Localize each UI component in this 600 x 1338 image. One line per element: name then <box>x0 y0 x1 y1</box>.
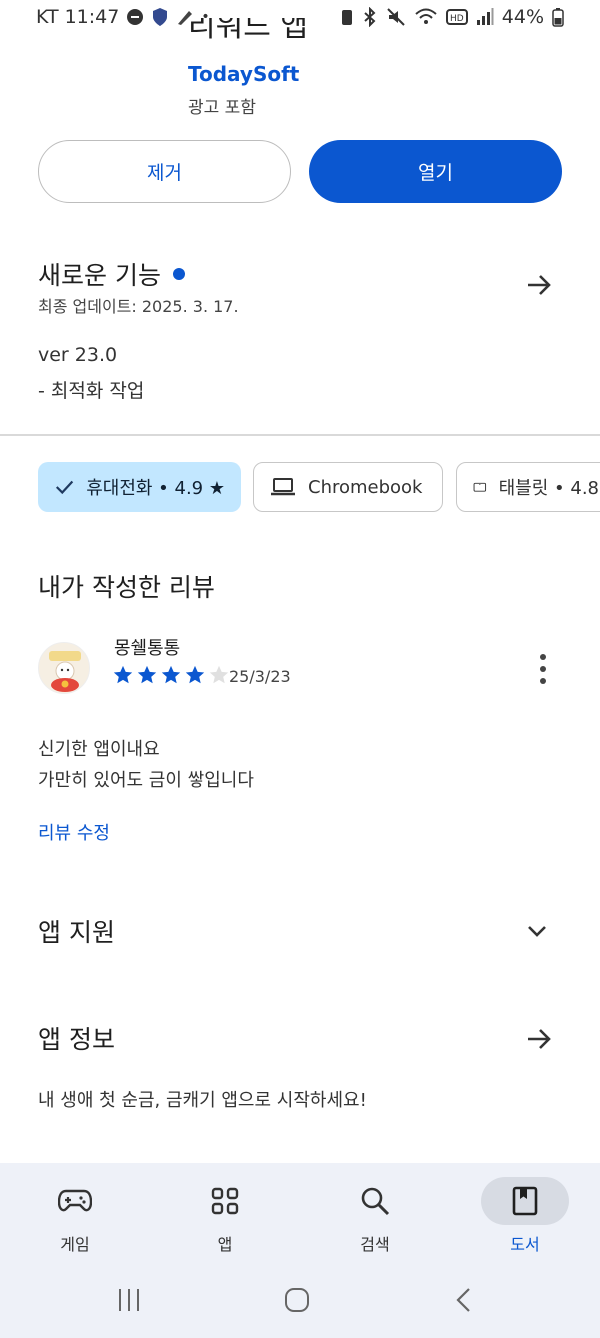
system-navigation-bar <box>0 1281 600 1321</box>
shield-icon <box>153 8 168 26</box>
avatar-image <box>39 643 89 693</box>
version-text: ver 23.0 <box>38 344 118 366</box>
review-text-line1: 신기한 앱이내요 <box>38 739 160 760</box>
clock: 11:47 <box>64 6 120 28</box>
nav-games[interactable]: 게임 <box>30 1177 120 1255</box>
star-filled-icon <box>137 665 157 684</box>
star-filled-icon <box>161 665 181 684</box>
arrow-right-icon[interactable] <box>524 270 554 300</box>
arrow-right-icon[interactable] <box>524 1024 554 1054</box>
chip-label: 휴대전화 • 4.9 ★ <box>86 478 225 499</box>
about-app-title[interactable]: 앱 정보 <box>38 1020 115 1056</box>
gamepad-icon <box>58 1189 92 1212</box>
more-options-icon[interactable] <box>536 654 550 684</box>
review-date: 25/3/23 <box>229 667 291 686</box>
review-text-line2: 가만히 있어도 금이 쌓입니다 <box>38 770 254 791</box>
apps-grid-icon <box>211 1187 239 1215</box>
changelog-text: - 최적화 작업 <box>38 380 145 402</box>
nav-books[interactable]: 도서 <box>480 1177 570 1255</box>
signal-icon <box>476 8 494 25</box>
nav-label: 도서 <box>510 1235 540 1254</box>
chat-bubble-icon <box>127 9 144 25</box>
ads-notice: 광고 포함 <box>188 98 256 118</box>
developer-link[interactable]: TodaySoft <box>188 62 299 86</box>
battery-percent: 44% <box>501 6 544 28</box>
nav-label: 앱 <box>217 1235 233 1254</box>
whats-new-header[interactable]: 새로운 기능 <box>38 256 185 292</box>
nav-apps[interactable]: 앱 <box>180 1177 270 1255</box>
book-icon <box>512 1186 538 1216</box>
bottom-navigation: 게임 앱 검색 도서 <box>0 1163 600 1338</box>
back-icon[interactable] <box>454 1287 474 1313</box>
chip-phone[interactable]: 휴대전화 • 4.9 ★ <box>38 462 241 512</box>
hd-icon: HD <box>445 9 468 25</box>
wifi-icon <box>415 8 437 24</box>
about-description: 내 생애 첫 순금, 금캐기 앱으로 시작하세요! <box>38 1090 367 1111</box>
star-filled-icon <box>113 665 133 684</box>
battery-saver-icon <box>341 10 352 25</box>
app-support-title[interactable]: 앱 지원 <box>38 913 115 949</box>
recent-apps-icon[interactable] <box>116 1287 142 1313</box>
new-indicator-dot <box>172 268 185 280</box>
nav-search[interactable]: 검색 <box>330 1177 420 1255</box>
edit-review-link[interactable]: 리뷰 수정 <box>38 819 110 845</box>
carrier-label: KT <box>36 6 59 28</box>
battery-icon <box>552 8 564 27</box>
chip-chromebook[interactable]: Chromebook <box>253 462 443 512</box>
my-review-title: 내가 작성한 리뷰 <box>38 573 215 602</box>
mute-icon <box>387 8 405 26</box>
section-divider <box>0 434 600 436</box>
uninstall-button[interactable]: 제거 <box>38 140 291 203</box>
check-icon <box>55 480 74 495</box>
bluetooth-icon <box>364 7 376 27</box>
tablet-icon <box>473 482 487 492</box>
star-empty-icon <box>209 665 229 684</box>
svg-text:HD: HD <box>450 14 464 24</box>
chip-label: Chromebook <box>308 476 423 498</box>
app-title: 리워드 앱 <box>188 18 308 44</box>
home-icon[interactable] <box>284 1287 310 1313</box>
chip-label: 태블릿 • 4.8 <box>498 478 599 499</box>
star-rating <box>112 664 230 686</box>
reviewer-name: 몽쉘통통 <box>114 638 181 659</box>
last-updated: 최종 업데이트: 2025. 3. 17. <box>38 297 239 316</box>
nav-label: 검색 <box>360 1235 390 1254</box>
whats-new-title: 새로운 기능 <box>38 261 161 290</box>
open-button[interactable]: 열기 <box>309 140 562 203</box>
star-filled-icon <box>185 665 205 684</box>
laptop-icon <box>271 478 295 496</box>
search-icon <box>361 1187 390 1216</box>
chevron-down-icon[interactable] <box>524 918 550 944</box>
avatar <box>38 642 90 694</box>
chip-tablet[interactable]: 태블릿 • 4.8 <box>456 462 600 512</box>
nav-label: 게임 <box>60 1235 90 1254</box>
